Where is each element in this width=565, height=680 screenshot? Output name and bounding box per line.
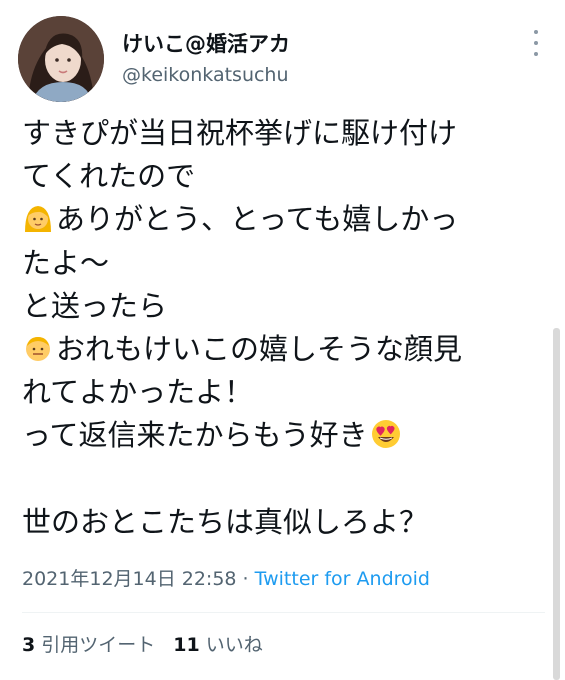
engagement-stats: 3 引用ツイート 11 いいね bbox=[22, 630, 263, 657]
tweet-text: すきぴが当日祝杯挙げに駆け付け てくれたので ありがとう、とっても嬉しかっ たよ… bbox=[22, 112, 562, 544]
quote-tweets-count: 3 bbox=[22, 634, 36, 656]
likes-stat[interactable]: 11 いいね bbox=[173, 634, 263, 656]
heart-eyes-emoji bbox=[371, 420, 400, 449]
quote-tweets-stat[interactable]: 3 引用ツイート bbox=[22, 634, 155, 656]
source-link[interactable]: Twitter for Android bbox=[255, 568, 430, 590]
display-name[interactable]: けいこ@婚活アカ bbox=[122, 28, 290, 58]
tweet-line: すきぴが当日祝杯挙げに駆け付け bbox=[22, 116, 458, 150]
tweet-line: と送ったら bbox=[22, 288, 168, 323]
likes-count: 11 bbox=[173, 634, 200, 656]
tweet-line: おれもけいこの嬉しそうな顔見 bbox=[22, 328, 562, 371]
tweet-line: 世のおとこたちは真似しろよ？ bbox=[22, 504, 429, 539]
timestamp[interactable]: 2021年12月14日 22:58 bbox=[22, 568, 237, 590]
tweet-line: てくれたので bbox=[22, 159, 196, 194]
scrollbar[interactable] bbox=[553, 328, 560, 680]
woman-face-emoji bbox=[25, 206, 51, 233]
user-handle[interactable]: @keikonkatsuchu bbox=[122, 64, 289, 86]
more-options-icon[interactable] bbox=[526, 30, 546, 56]
man-face-emoji bbox=[26, 336, 50, 361]
tweet-line: ありがとう、とっても嬉しかっ bbox=[22, 198, 562, 241]
quote-tweets-label: 引用ツイート bbox=[41, 634, 156, 656]
tweet-line bbox=[22, 458, 562, 501]
likes-label: いいね bbox=[205, 634, 263, 656]
meta-separator: · bbox=[236, 568, 255, 590]
tweet-line: れてよかったよ！ bbox=[22, 375, 254, 410]
tweet-meta: 2021年12月14日 22:58 · Twitter for Android bbox=[22, 564, 430, 591]
divider bbox=[22, 612, 545, 613]
tweet-line: たよ〜 bbox=[22, 245, 110, 280]
tweet-line: って返信来たからもう好き bbox=[22, 414, 562, 457]
avatar[interactable] bbox=[18, 16, 104, 102]
